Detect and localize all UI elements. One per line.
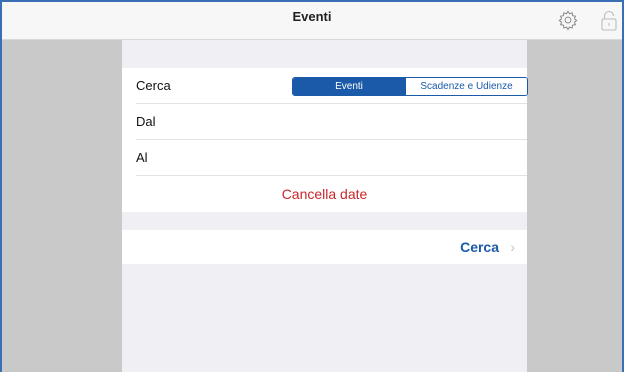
search-form: Cerca Eventi Scadenze e Udienze Dal Al C… bbox=[122, 40, 528, 372]
to-date-label: Al bbox=[136, 150, 148, 165]
chevron-right-icon: › bbox=[510, 239, 515, 255]
to-date-row[interactable]: Al bbox=[136, 140, 527, 176]
right-side-panel bbox=[527, 40, 622, 372]
search-button[interactable]: Cerca bbox=[460, 230, 499, 264]
left-side-panel bbox=[2, 40, 122, 372]
search-type-row: Cerca Eventi Scadenze e Udienze bbox=[136, 68, 528, 104]
from-date-label: Dal bbox=[136, 114, 156, 129]
from-date-row[interactable]: Dal bbox=[136, 104, 527, 140]
filter-group: Cerca Eventi Scadenze e Udienze Dal Al C… bbox=[122, 68, 528, 212]
lock-icon[interactable] bbox=[600, 10, 618, 32]
navigation-bar: Eventi bbox=[2, 2, 622, 40]
page-title: Eventi bbox=[292, 9, 332, 24]
search-type-segmented-control: Eventi Scadenze e Udienze bbox=[292, 77, 528, 96]
clear-dates-button[interactable]: Cancella date bbox=[122, 176, 527, 212]
segment-eventi[interactable]: Eventi bbox=[293, 78, 405, 95]
search-type-label: Cerca bbox=[136, 78, 171, 93]
segment-scadenze-e-udienze[interactable]: Scadenze e Udienze bbox=[405, 78, 527, 95]
search-action-group[interactable]: Cerca › bbox=[122, 230, 527, 264]
gear-icon[interactable] bbox=[557, 9, 579, 31]
